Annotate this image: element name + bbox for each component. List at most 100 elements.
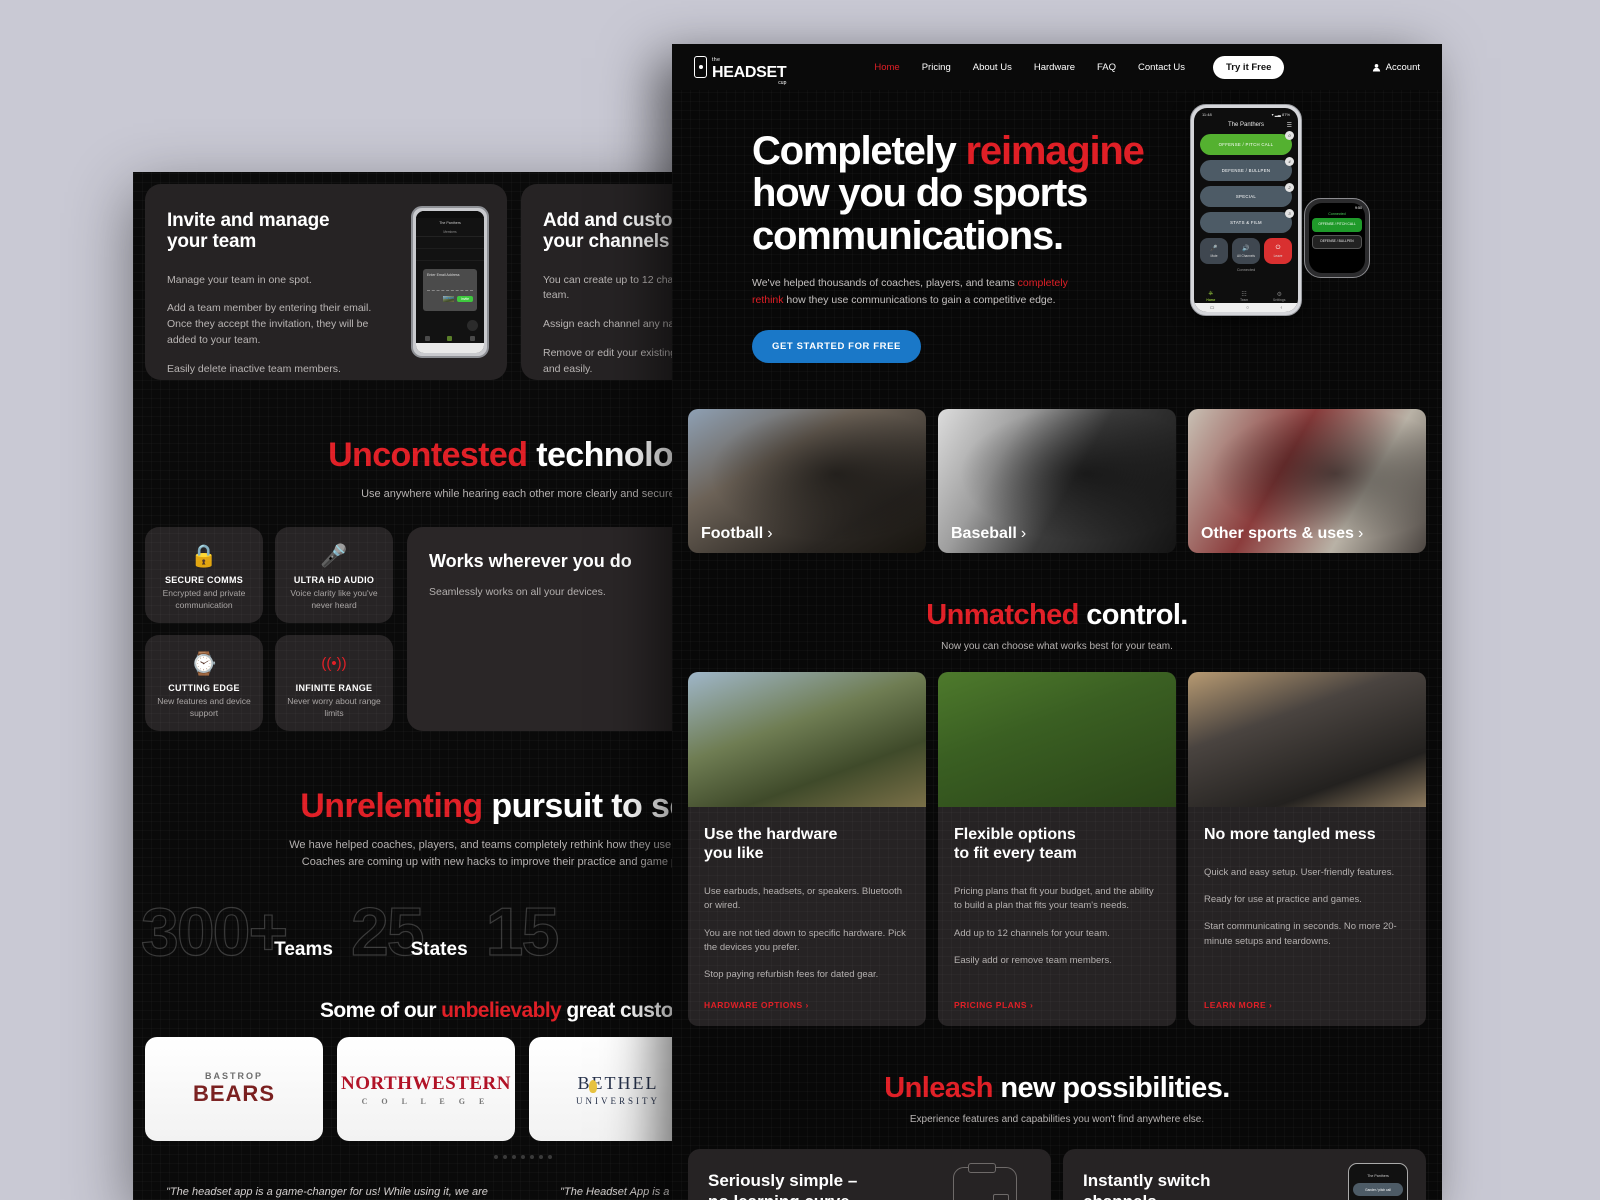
card-para-3: Stop paying refurbish fees for dated gea… (704, 969, 879, 981)
nav-link-home[interactable]: Home (874, 62, 899, 73)
logo-line1: BASTROP (204, 1071, 263, 1082)
card-para-1: Use earbuds, headsets, or speakers. Blue… (704, 886, 903, 912)
card-title-line1: No more tangled mess (1204, 825, 1376, 843)
hero-sub-b: how they use communications to gain a co… (783, 294, 1056, 307)
stat-states: 25 States (350, 893, 467, 971)
leave-button[interactable]: ⏻ Leave (1264, 238, 1292, 264)
stat-number: 300+ (140, 894, 288, 971)
channel-button-offense[interactable]: OFFENSE / PITCH CALL 0 (1200, 131, 1294, 155)
channel-label: DEFENSE / BULLPEN (1221, 168, 1271, 173)
mute-button[interactable]: 🎤 Mute (1200, 238, 1228, 264)
control-label: Leave (1273, 253, 1283, 258)
watch-channel-offense[interactable]: OFFENSE / PITCH CALL (1312, 218, 1362, 232)
card-para-1: Pricing plans that fit your budget, and … (954, 886, 1154, 912)
card-instantly-switch-channels: Instantly switch channels The Panthers G… (1063, 1149, 1426, 1200)
hamburger-menu-icon[interactable]: ☰ (1287, 122, 1292, 129)
add-member-fab[interactable] (467, 320, 478, 331)
bottom-title-line2: channels (1083, 1192, 1157, 1200)
mini-phone-team-name: The Panthers (1367, 1174, 1389, 1179)
phone-status-right: ▾ ▂▃ 87% (1271, 112, 1290, 117)
chevron-right-icon: › (1357, 524, 1364, 542)
hero-line3: communications. (752, 213, 1064, 258)
invite-para-1: Manage your team in one spot. (167, 273, 312, 286)
recents-icon[interactable]: ▭ (1210, 305, 1215, 311)
brand-cup: cup (778, 79, 787, 86)
bottom-title-line1: Instantly switch (1083, 1171, 1211, 1191)
account-menu[interactable]: Account (1372, 62, 1420, 73)
modal-invite-button[interactable]: Invite (456, 296, 473, 302)
hero-section: Completely reimagine how you do sports c… (672, 90, 1442, 393)
tab-team[interactable]: ☷ Team (1240, 291, 1248, 302)
sport-card-other-sports[interactable]: Other sports & uses › (1188, 408, 1426, 553)
phone-control-row: 🎤 Mute 🔊 All Channels ⏻ Leave (1200, 238, 1292, 264)
gear-icon: ⚙ (1276, 292, 1282, 298)
brand-the: the (712, 56, 721, 63)
learn-more-link[interactable]: LEARN MORE › (1204, 982, 1410, 1010)
tab-label: Home (1206, 298, 1216, 302)
phone-connected-status: Connected (1236, 268, 1256, 272)
card-use-the-hardware: Use the hardware you like Use earbuds, h… (688, 671, 926, 1027)
logo-card-bastrop-bears[interactable]: BASTROP BEARS (145, 1037, 323, 1142)
nav-link-about-us[interactable]: About Us (973, 62, 1012, 73)
stat-number: 15 (485, 894, 560, 971)
leave-icon: ⏻ (1275, 244, 1281, 251)
modal-title: Enter Email Address (427, 273, 460, 277)
feature-title: ULTRA HD AUDIO (293, 575, 375, 586)
invite-para-3: Easily delete inactive team members. (167, 362, 341, 375)
control-heading-red: Unmatched (926, 598, 1079, 631)
home-icon[interactable]: ○ (1246, 305, 1249, 311)
nav-link-faq[interactable]: FAQ (1097, 62, 1116, 73)
watch-channel-defense[interactable]: DEFENSE / BULLPEN (1312, 235, 1362, 249)
nav-links: Home Pricing About Us Hardware FAQ Conta… (874, 55, 1285, 79)
nav-link-contact-us[interactable]: Contact Us (1138, 62, 1185, 73)
feature-title: SECURE COMMS (164, 575, 244, 586)
hero-line1-white: Completely (752, 129, 966, 173)
channel-button-defense[interactable]: DEFENSE / BULLPEN 4 (1200, 157, 1294, 181)
tab-settings[interactable]: ⚙ Settings (1273, 291, 1286, 302)
nav-link-pricing[interactable]: Pricing (922, 62, 951, 73)
card-no-tangled-mess: No more tangled mess Quick and easy setu… (1188, 671, 1426, 1027)
stat-label: Teams (274, 939, 333, 961)
sport-card-baseball[interactable]: Baseball › (938, 408, 1176, 553)
control-subheading: Now you can choose what works best for y… (941, 640, 1173, 652)
all-channels-button[interactable]: 🔊 All Channels (1232, 238, 1260, 264)
control-heading-white: control. (1086, 598, 1188, 631)
hero-phone-mockup: 11:48 ▾ ▂▃ 87% The Panthers ☰ OFFENSE / … (1190, 104, 1302, 316)
nav-link-hardware[interactable]: Hardware (1034, 62, 1075, 73)
tangled-card-photo (1188, 671, 1426, 807)
feature-desc: Never worry about range limits (287, 696, 381, 718)
try-it-free-button[interactable]: Try it Free (1213, 55, 1285, 79)
card-para-2: You are not tied down to specific hardwa… (704, 927, 906, 953)
sports-cards-row: Football › Baseball › Other sports & uses › (672, 393, 1442, 553)
unleash-heading: Unleash new possibilities. Experience fe… (672, 1026, 1442, 1125)
tab-home[interactable]: ⎈ Home (1206, 291, 1215, 302)
modal-cancel-button[interactable]: Cancel (443, 296, 454, 302)
card-para-1: Quick and easy setup. User-friendly feat… (1204, 866, 1395, 878)
stat-teams: 300+ Teams (140, 893, 333, 971)
back-icon[interactable]: ‹ (1281, 305, 1283, 311)
sport-label: Baseball (951, 524, 1017, 542)
logo-line2: C O L L E G E (361, 1096, 491, 1106)
channels-title-line2: your channels (543, 231, 670, 253)
sport-card-football[interactable]: Football › (688, 408, 926, 553)
stat-third: 15 (485, 893, 560, 971)
microphone-icon: 🎤 (1210, 245, 1218, 252)
hardware-options-link[interactable]: HARDWARE OPTIONS › (704, 982, 910, 1010)
get-started-for-free-button[interactable]: GET STARTED FOR FREE (752, 329, 921, 363)
channel-button-special[interactable]: SPECIAL 2 (1200, 183, 1294, 207)
feature-desc: Encrypted and private communication (162, 588, 246, 610)
channel-badge: 2 (1285, 183, 1294, 192)
channel-button-stats[interactable]: STATS & FILM 3 (1200, 209, 1294, 233)
channel-label: STATS & FILM (1230, 220, 1262, 225)
logo-card-northwestern-college[interactable]: NORTHWESTERN C O L L E G E (337, 1037, 515, 1142)
device-outline-icon (953, 1163, 1017, 1200)
feature-icon-grid: 🔒 SECURE COMMS Encrypted and private com… (145, 527, 393, 732)
card-title-line2: you like (704, 844, 764, 862)
pricing-plans-link[interactable]: PRICING PLANS › (954, 982, 1160, 1010)
card-para-2: Ready for use at practice and games. (1204, 894, 1362, 906)
feature-desc: New features and device support (157, 696, 251, 718)
hero-subtext: We've helped thousands of coaches, playe… (752, 275, 1092, 310)
tech-heading-red: Uncontested (328, 436, 528, 474)
brand-logo[interactable]: the HEADSET cup (694, 49, 787, 86)
pricing-card-photo (938, 671, 1176, 807)
